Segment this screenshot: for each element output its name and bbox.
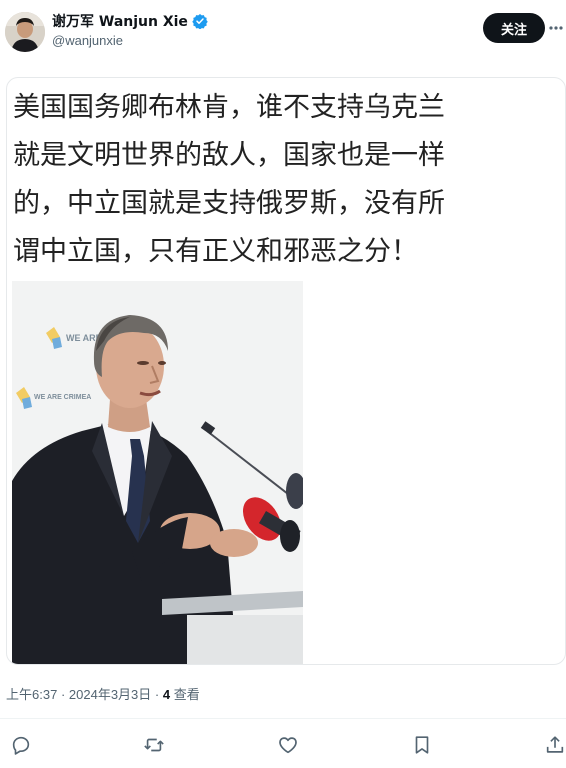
share-button[interactable] [544, 734, 566, 756]
post-date[interactable]: 2024年3月3日 [69, 687, 151, 702]
views-label: 查看 [173, 687, 200, 702]
repost-button[interactable] [143, 734, 165, 756]
post-time[interactable]: 上午6:37 [6, 687, 57, 702]
display-name[interactable]: 谢万军 Wanjun Xie [52, 11, 188, 31]
repost-icon [144, 738, 164, 752]
reply-icon [12, 736, 30, 755]
bookmark-icon [415, 736, 429, 754]
tweet-header: 谢万军 Wanjun Xie @wanjunxie 关注 [0, 0, 566, 64]
author-avatar[interactable] [5, 12, 45, 52]
like-button[interactable] [277, 734, 299, 756]
post-media-card[interactable]: 美国国务卿布林肯，谁不支持乌克兰 就是文明世界的敌人，国家也是一样 的，中立国就… [6, 77, 566, 665]
actions-divider [0, 718, 566, 719]
user-avatar-icon [5, 12, 45, 52]
reply-button[interactable] [10, 734, 32, 756]
post-text-image: 美国国务卿布林肯，谁不支持乌克兰 就是文明世界的敌人，国家也是一样 的，中立国就… [13, 84, 553, 276]
more-horizontal-icon [549, 26, 563, 30]
share-icon [546, 736, 564, 753]
display-name-row[interactable]: 谢万军 Wanjun Xie [52, 11, 208, 31]
post-meta: 上午6:37 · 2024年3月3日 · 4 查看 [6, 684, 200, 703]
post-text-line: 就是文明世界的敌人，国家也是一样 [13, 140, 445, 171]
action-bar [0, 726, 566, 764]
follow-button[interactable]: 关注 [483, 13, 545, 43]
more-options-button[interactable] [549, 18, 563, 38]
bookmark-button[interactable] [411, 734, 433, 756]
speaker-photo-illustration: WE ARE WE ARE CRIMEA [12, 281, 303, 664]
meta-separator: · [154, 687, 160, 702]
views-count: 4 [162, 687, 171, 702]
author-handle[interactable]: @wanjunxie [52, 33, 123, 48]
verified-badge-icon [192, 13, 208, 30]
heart-icon [279, 737, 297, 754]
post-text-line: 谓中立国，只有正义和邪恶之分！ [13, 236, 418, 267]
post-text-line: 美国国务卿布林肯，谁不支持乌克兰 [13, 92, 445, 123]
speaker-photo: WE ARE WE ARE CRIMEA [12, 281, 303, 664]
post-text-line: 的，中立国就是支持俄罗斯，没有所 [13, 188, 445, 219]
meta-separator: · [60, 687, 66, 702]
backdrop-sign-text-2: WE ARE CRIMEA [34, 394, 91, 401]
